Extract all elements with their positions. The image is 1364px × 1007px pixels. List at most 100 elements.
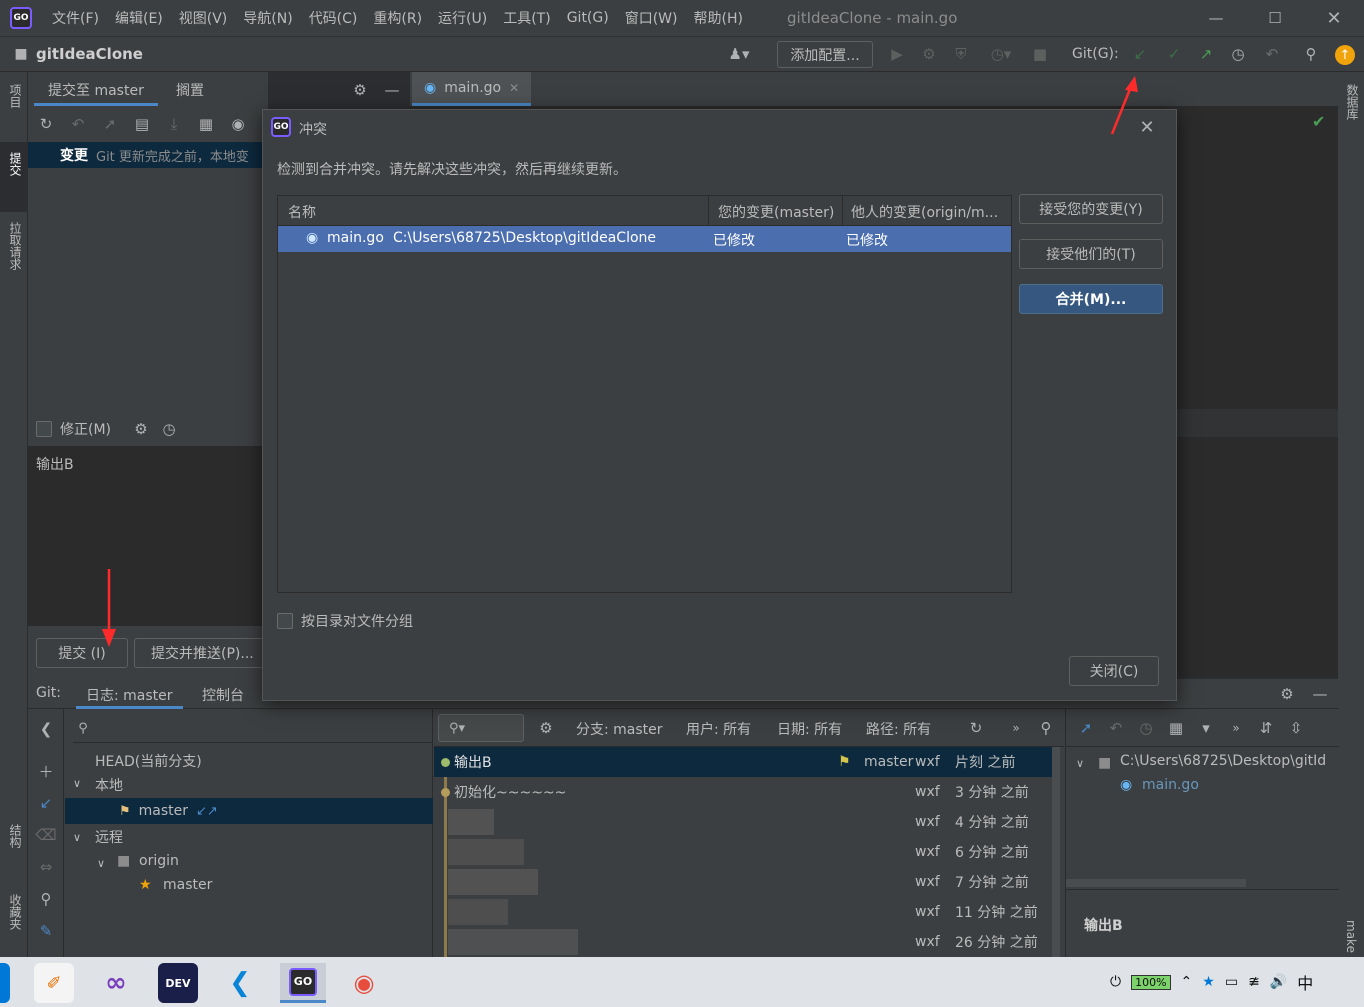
menu-tools[interactable]: 工具(T) xyxy=(495,8,558,28)
maximize-icon[interactable]: ☐ xyxy=(1265,8,1285,28)
tool-pull-requests[interactable]: 拉取请求 xyxy=(7,222,24,270)
close-window-icon[interactable]: ✕ xyxy=(1324,8,1344,29)
filter-user[interactable]: 用户: 所有 xyxy=(686,719,751,739)
commit-row[interactable]: wxf 7 分钟 之前 xyxy=(434,867,1054,897)
editor-tab-main-go[interactable]: ◉ main.go ✕ xyxy=(412,72,532,106)
power-plug-icon[interactable]: ⏻ xyxy=(1110,974,1121,990)
snail-app-icon[interactable]: ◉ xyxy=(344,963,384,1003)
commit-row[interactable]: wxf 4 分钟 之前 xyxy=(434,807,1054,837)
group-icon[interactable]: ▦ xyxy=(1166,718,1186,738)
goland-taskbar-icon[interactable]: GO xyxy=(280,963,326,1003)
edit-branch-icon[interactable]: ✎ xyxy=(36,921,56,941)
log-refresh-icon[interactable]: ↻ xyxy=(966,718,986,738)
update-available-icon[interactable]: ↑ xyxy=(1335,45,1355,65)
amend-checkbox[interactable] xyxy=(36,421,52,437)
git-panel-hide-icon[interactable]: — xyxy=(1310,684,1330,704)
tool-structure[interactable]: 结构 xyxy=(7,824,24,848)
show-hidden-icons-icon[interactable]: ⌃ xyxy=(1181,974,1193,990)
git-history-icon[interactable]: ◷ xyxy=(1228,44,1248,64)
profile-icon[interactable]: ◷▾ xyxy=(983,44,1019,64)
merge-button[interactable]: 合并(M)... xyxy=(1019,284,1163,314)
battery-indicator[interactable]: 100% xyxy=(1131,974,1171,990)
visual-studio-icon[interactable]: ∞ xyxy=(96,963,136,1003)
hide-panel-icon[interactable]: — xyxy=(382,80,402,100)
group-by-icon[interactable]: ▦ xyxy=(196,114,216,134)
add-configuration-button[interactable]: 添加配置... xyxy=(777,41,873,68)
tool-commit[interactable]: 提交 xyxy=(7,152,24,176)
commit-row[interactable]: 初始化~~~~~~ wxf 3 分钟 之前 xyxy=(434,777,1054,807)
menu-window[interactable]: 窗口(W) xyxy=(617,8,686,28)
remote-master-node[interactable]: master xyxy=(163,877,212,893)
changes-row[interactable]: 变更 Git 更新完成之前，本地变 xyxy=(28,142,268,168)
remote-node[interactable]: 远程 xyxy=(95,827,123,847)
tool-project[interactable]: 项目 xyxy=(7,84,24,108)
search-icon[interactable]: ⚲ xyxy=(1301,44,1321,64)
shelve-icon[interactable]: ⤓ xyxy=(164,114,184,134)
git-rollback-icon[interactable]: ↶ xyxy=(1262,44,1282,64)
commit-row[interactable]: wxf 6 分钟 之前 xyxy=(434,837,1054,867)
git-update-icon[interactable]: ↙ xyxy=(1130,44,1150,64)
col-name[interactable]: 名称 xyxy=(288,202,316,222)
filter-branch[interactable]: 分支: master xyxy=(576,719,663,739)
menu-edit[interactable]: 编辑(E) xyxy=(107,8,171,28)
tool-favorites[interactable]: 收藏夹 xyxy=(7,894,24,930)
user-account-icon[interactable]: ♟▾ xyxy=(722,44,756,64)
menu-run[interactable]: 运行(U) xyxy=(430,8,495,28)
tool-database[interactable]: 数据库 xyxy=(1344,84,1361,120)
vscode-icon[interactable]: ❮ xyxy=(220,963,260,1003)
git-commit-icon[interactable]: ✓ xyxy=(1164,44,1184,64)
menu-file[interactable]: 文件(F) xyxy=(44,8,107,28)
history-icon[interactable]: ◷ xyxy=(1136,718,1156,738)
search-branches-icon[interactable]: ⚲ xyxy=(36,889,56,909)
bluetooth-icon[interactable]: ★ xyxy=(1202,974,1215,990)
paint-app-icon[interactable]: ✐ xyxy=(34,963,74,1003)
local-master-row[interactable]: ⚑ master ↙↗ xyxy=(65,798,433,824)
commit-and-push-button[interactable]: 提交并推送(P)... xyxy=(134,638,264,668)
minimize-icon[interactable]: — xyxy=(1206,8,1226,28)
commit-message-input[interactable]: 输出B xyxy=(28,446,268,626)
filter-date[interactable]: 日期: 所有 xyxy=(777,719,842,739)
revert-icon[interactable]: ↶ xyxy=(1106,718,1126,738)
col-theirs[interactable]: 他人的变更(origin/m... xyxy=(851,202,998,222)
tab-log-master[interactable]: 日志: master xyxy=(76,685,183,709)
col-yours[interactable]: 您的变更(master) xyxy=(718,202,834,222)
local-node[interactable]: 本地 xyxy=(95,775,123,795)
refresh-icon[interactable]: ↻ xyxy=(36,114,56,134)
chevron-down-icon[interactable]: ∨ xyxy=(73,777,81,790)
log-settings-gear-icon[interactable]: ⚙ xyxy=(536,718,556,738)
tool-make[interactable]: make xyxy=(1344,920,1358,953)
battery-icon[interactable]: ▭ xyxy=(1225,974,1238,990)
menu-code[interactable]: 代码(C) xyxy=(301,8,366,28)
branch-search-input[interactable]: ⚲ xyxy=(73,715,433,743)
menu-help[interactable]: 帮助(H) xyxy=(685,8,750,28)
move-icon[interactable]: ➚ xyxy=(100,114,120,134)
run-icon[interactable]: ▶ xyxy=(887,44,907,64)
head-node[interactable]: HEAD(当前分支) xyxy=(95,751,202,771)
origin-node[interactable]: origin xyxy=(139,853,179,869)
delete-branch-icon[interactable]: ⌫ xyxy=(35,825,56,845)
log-search-input[interactable]: ⚲▾ xyxy=(438,714,524,742)
group-by-directory-checkbox[interactable] xyxy=(277,613,293,629)
log-search-icon[interactable]: ⚲ xyxy=(1036,718,1056,738)
diff-icon[interactable]: ▤ xyxy=(132,114,152,134)
stop-icon[interactable]: ■ xyxy=(1030,44,1050,64)
coverage-icon[interactable]: ⛨ xyxy=(951,44,971,64)
filter-path[interactable]: 路径: 所有 xyxy=(866,719,931,739)
accept-theirs-button[interactable]: 接受他们的(T) xyxy=(1019,239,1163,269)
log-scrollbar[interactable] xyxy=(1052,747,1060,957)
settings-gear-icon[interactable]: ⚙ xyxy=(350,80,370,100)
close-button[interactable]: 关闭(C) xyxy=(1069,656,1159,686)
commit-row[interactable]: wxf 11 分钟 之前 xyxy=(434,897,1054,927)
commit-options-gear-icon[interactable]: ⚙ xyxy=(131,419,151,439)
wifi-icon[interactable]: ≇ xyxy=(1248,974,1260,990)
menu-git[interactable]: Git(G) xyxy=(559,10,617,26)
rollback-icon[interactable]: ↶ xyxy=(68,114,88,134)
collapse-branches-icon[interactable]: ❮ xyxy=(36,719,56,739)
tab-console[interactable]: 控制台 xyxy=(202,685,244,705)
tab-commit-to-master[interactable]: 提交至 master xyxy=(34,78,158,106)
git-push-icon[interactable]: ↗ xyxy=(1196,44,1216,64)
show-diff-icon[interactable]: ➚ xyxy=(1076,718,1096,738)
new-branch-icon[interactable]: ＋ xyxy=(36,761,56,781)
expand-all-icon[interactable]: ⇵ xyxy=(1256,718,1276,738)
accept-yours-button[interactable]: 接受您的变更(Y) xyxy=(1019,194,1163,224)
